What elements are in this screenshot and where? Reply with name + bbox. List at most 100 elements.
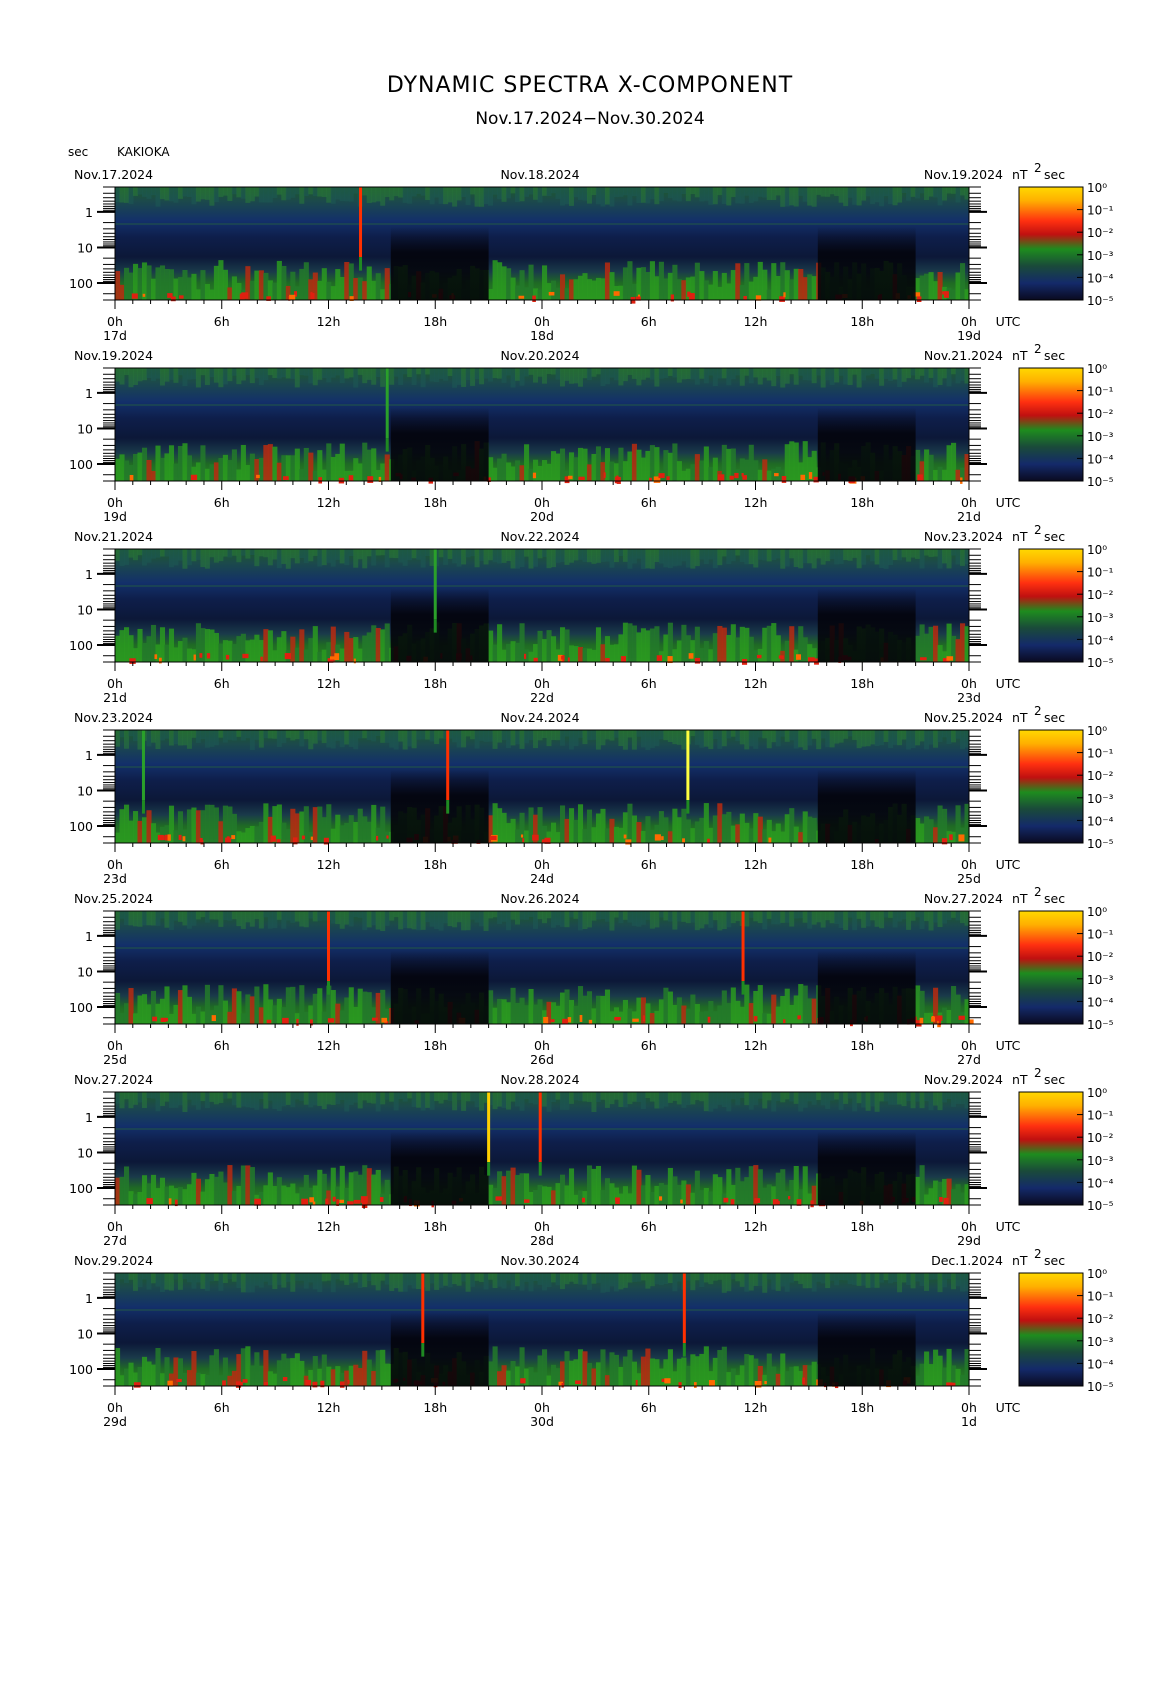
texture-cell xyxy=(654,187,660,205)
texture-cell xyxy=(658,1092,664,1109)
texture-cell xyxy=(730,911,736,924)
texture-cell xyxy=(299,1092,305,1101)
texture-cell xyxy=(159,1273,165,1293)
texture-cell xyxy=(753,187,759,202)
x-tick-label: 0h xyxy=(961,676,977,691)
texture-cell xyxy=(919,1165,925,1205)
texture-cell xyxy=(951,911,957,918)
texture-speckle xyxy=(305,1379,312,1386)
texture-cell xyxy=(344,187,350,202)
texture-cell xyxy=(263,1350,269,1386)
texture-cell xyxy=(479,368,485,385)
texture-speckle xyxy=(133,1382,141,1388)
texture-cell xyxy=(362,1092,368,1101)
texture-speckle xyxy=(168,1198,172,1205)
texture-cell xyxy=(672,1371,678,1386)
texture-cell xyxy=(618,187,624,197)
texture-cell xyxy=(308,549,314,562)
texture-cell xyxy=(946,549,952,569)
texture-cell xyxy=(942,368,948,379)
colorbar-tick-label: 10⁻⁵ xyxy=(1087,656,1114,670)
x-tick-label: 12h xyxy=(744,1400,768,1415)
texture-cell xyxy=(712,271,718,300)
texture-cell xyxy=(564,288,570,300)
texture-cell xyxy=(649,261,655,300)
texture-cell xyxy=(344,911,350,925)
texture-cell xyxy=(155,1188,161,1205)
texture-cell xyxy=(249,549,255,556)
texture-cell xyxy=(519,997,525,1024)
texture-cell xyxy=(721,814,727,843)
texture-cell xyxy=(344,262,350,300)
texture-cell xyxy=(618,827,624,843)
texture-cell xyxy=(452,1273,458,1285)
texture-cell xyxy=(550,822,557,843)
texture-cell xyxy=(474,730,480,749)
texture-cell xyxy=(155,730,161,750)
texture-cell xyxy=(276,187,282,195)
texture-cell xyxy=(748,368,754,384)
texture-cell xyxy=(267,911,273,929)
texture-cell xyxy=(488,730,494,742)
texture-cell xyxy=(294,1273,300,1281)
texture-cell xyxy=(429,730,435,742)
texture-cell xyxy=(150,470,157,481)
y-tick-label: 100 xyxy=(69,819,93,834)
day-label: 24d xyxy=(530,871,554,886)
texture-cell xyxy=(384,623,390,662)
texture-cell xyxy=(568,1168,575,1205)
event-spike xyxy=(385,368,389,439)
texture-cell xyxy=(780,1273,786,1287)
texture-cell xyxy=(771,1092,777,1112)
texture-cell xyxy=(141,1356,148,1386)
x-tick-label: 6h xyxy=(641,857,657,872)
texture-cell xyxy=(942,1007,948,1024)
texture-cell xyxy=(861,368,867,381)
texture-cell xyxy=(874,549,880,565)
texture-cell xyxy=(393,730,399,750)
texture-cell xyxy=(888,911,894,918)
texture-cell xyxy=(132,549,138,561)
texture-cell xyxy=(236,831,242,843)
texture-cell xyxy=(366,992,372,1024)
texture-cell xyxy=(366,1092,372,1103)
texture-cell xyxy=(461,911,467,931)
texture-cell xyxy=(132,187,138,196)
x-tick-label: 18h xyxy=(423,495,447,510)
texture-cell xyxy=(123,549,129,565)
texture-cell xyxy=(321,649,327,662)
texture-cell xyxy=(924,273,930,300)
texture-cell xyxy=(744,1092,750,1106)
texture-speckle xyxy=(182,836,186,842)
texture-cell xyxy=(465,1273,471,1292)
texture-cell xyxy=(159,1177,166,1205)
texture-cell xyxy=(366,368,372,380)
texture-cell xyxy=(735,824,741,843)
texture-cell xyxy=(492,187,498,195)
texture-cell xyxy=(317,806,323,843)
texture-cell xyxy=(739,813,745,843)
texture-cell xyxy=(191,549,197,562)
texture-cell xyxy=(533,368,539,383)
texture-cell xyxy=(186,809,193,843)
texture-cell xyxy=(582,648,588,662)
texture-cell xyxy=(766,1013,772,1024)
texture-cell xyxy=(173,730,179,745)
texture-cell xyxy=(942,187,948,201)
texture-cell xyxy=(901,187,907,194)
texture-cell xyxy=(177,549,183,561)
texture-cell xyxy=(739,1273,745,1287)
figure-subtitle: Nov.17.2024−Nov.30.2024 xyxy=(475,109,704,129)
texture-cell xyxy=(555,1273,561,1286)
texture-cell xyxy=(285,1187,291,1205)
colorbar-tick-label: 10⁻⁴ xyxy=(1087,1176,1114,1190)
texture-cell xyxy=(825,1273,831,1289)
texture-speckle xyxy=(958,1015,965,1020)
texture-cell xyxy=(438,187,444,204)
texture-cell xyxy=(402,1273,408,1292)
texture-cell xyxy=(775,823,781,843)
texture-cell xyxy=(497,187,503,200)
texture-cell xyxy=(816,187,822,195)
y-tick-label: 1 xyxy=(85,929,93,944)
texture-cell xyxy=(281,911,287,929)
